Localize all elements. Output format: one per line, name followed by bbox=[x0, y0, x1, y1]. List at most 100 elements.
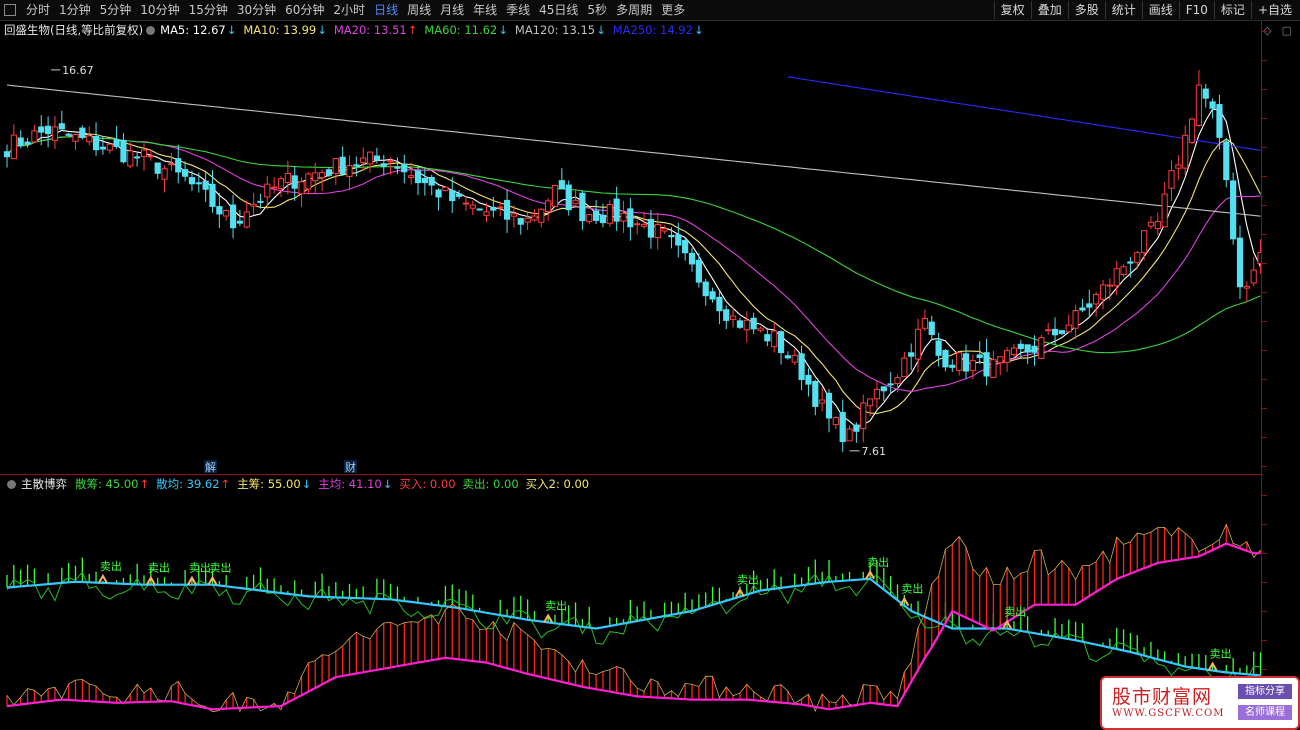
sell-label: 卖出 bbox=[901, 582, 923, 596]
period-tab-8[interactable]: 日线 bbox=[374, 2, 398, 18]
indicator-chart[interactable]: 卖出 卖出 卖出卖出卖出卖出卖出卖出卖出卖出 bbox=[0, 494, 1262, 728]
sell-label: 卖出 bbox=[210, 561, 232, 575]
tool-button-2[interactable]: 多股 bbox=[1067, 1, 1105, 19]
candle-up bbox=[867, 398, 874, 407]
candle-down bbox=[291, 175, 298, 189]
period-tab-3[interactable]: 10分钟 bbox=[140, 2, 179, 18]
candle-down bbox=[1079, 307, 1086, 311]
tool-button-3[interactable]: 统计 bbox=[1104, 1, 1142, 19]
ma-item-label: MA20: 13.51 bbox=[333, 23, 407, 37]
candle-up bbox=[997, 356, 1004, 364]
sell-label: 卖出 bbox=[545, 598, 567, 612]
candle-up bbox=[914, 328, 922, 360]
indicator-toggle-icon[interactable] bbox=[7, 479, 16, 489]
candle-down bbox=[976, 354, 983, 358]
candle-up bbox=[332, 158, 339, 174]
period-tab-14[interactable]: 5秒 bbox=[587, 2, 607, 18]
layout-icon[interactable] bbox=[4, 4, 16, 16]
candle-down bbox=[428, 177, 435, 186]
indicator-item-label: 买入2: 0.00 bbox=[525, 477, 590, 491]
settings-circle-icon[interactable] bbox=[146, 25, 156, 35]
candle-up bbox=[140, 149, 148, 158]
retail-avg-line bbox=[6, 577, 1261, 677]
period-tab-1[interactable]: 1分钟 bbox=[59, 2, 91, 18]
candle-down bbox=[3, 151, 11, 158]
tool-button-7[interactable]: +自选 bbox=[1250, 1, 1298, 19]
period-tab-9[interactable]: 周线 bbox=[407, 2, 431, 18]
tool-button-6[interactable]: 标记 bbox=[1213, 1, 1251, 19]
candle-down bbox=[949, 364, 956, 368]
axis-tick bbox=[1262, 176, 1267, 177]
tool-button-4[interactable]: 画线 bbox=[1141, 1, 1179, 19]
indicator-item-arrow: ↑ bbox=[220, 477, 231, 491]
period-tab-6[interactable]: 60分钟 bbox=[285, 2, 324, 18]
candle-up bbox=[442, 186, 449, 191]
candle-down bbox=[942, 349, 949, 368]
candle-up bbox=[757, 327, 764, 331]
candle-down bbox=[805, 374, 812, 385]
sell-marker[interactable]: 卖出 bbox=[98, 559, 122, 584]
period-tab-10[interactable]: 月线 bbox=[440, 2, 464, 18]
main-chart-header: 回盛生物(日线,等比前复权) MA5: 12.67↓ MA10: 13.99↓ MA… bbox=[4, 22, 711, 38]
candle-down bbox=[1031, 345, 1038, 353]
ma-item-arrow: ↓ bbox=[596, 23, 606, 37]
candle-down bbox=[182, 169, 189, 177]
event-marker: 解 bbox=[205, 460, 216, 474]
period-tabs: 分时 1分钟 5分钟 10分钟 15分钟 30分钟 60分钟 2小时 日线 周线 月线 年线 季线 45日… bbox=[26, 2, 694, 18]
ma-item-arrow: ↓ bbox=[226, 23, 237, 37]
ma-item-4: MA120: 13.15↓ bbox=[515, 23, 606, 37]
candle-down bbox=[517, 218, 524, 225]
candle-up bbox=[305, 173, 312, 190]
ma20-line bbox=[6, 136, 1261, 393]
candle-up bbox=[894, 377, 901, 385]
period-tab-4[interactable]: 15分钟 bbox=[189, 2, 228, 18]
candle-down bbox=[1236, 237, 1244, 288]
tool-button-0[interactable]: 复权 bbox=[993, 1, 1031, 19]
event-marker: 财 bbox=[345, 460, 356, 474]
period-tab-12[interactable]: 季线 bbox=[506, 2, 530, 18]
tool-button-5[interactable]: F10 bbox=[1178, 1, 1214, 19]
candle-down bbox=[668, 234, 675, 238]
period-tab-0[interactable]: 分时 bbox=[26, 2, 50, 18]
indicator-legend: 散筹: 45.00↑ 散均: 39.62↑ 主筹: 55.00↓ 主均: 41.10↓… bbox=[75, 476, 596, 492]
sell-label: 卖出 bbox=[100, 559, 122, 573]
candle-up bbox=[531, 215, 538, 221]
period-tab-13[interactable]: 45日线 bbox=[539, 2, 578, 18]
period-tab-7[interactable]: 2小时 bbox=[333, 2, 365, 18]
period-tab-5[interactable]: 30分钟 bbox=[237, 2, 276, 18]
candle-up bbox=[1161, 193, 1168, 228]
candle-down bbox=[449, 190, 456, 202]
candle-up bbox=[319, 172, 326, 179]
candle-down bbox=[784, 355, 791, 359]
tool-button-1[interactable]: 叠加 bbox=[1030, 1, 1068, 19]
price-chart[interactable]: 16.67 7.61 解 财 bbox=[0, 40, 1262, 474]
candle-up bbox=[743, 319, 750, 331]
candle-down bbox=[1216, 104, 1223, 138]
ma-item-label: MA5: 12.67 bbox=[160, 23, 226, 37]
indicator-item-label: 主均: 41.10 bbox=[318, 477, 382, 491]
candle-up bbox=[1243, 285, 1250, 289]
candle-down bbox=[134, 156, 141, 159]
axis-tick bbox=[1262, 31, 1267, 32]
axis-tick bbox=[1262, 524, 1267, 525]
candle-down bbox=[414, 170, 422, 184]
toolbar: 分时 1分钟 5分钟 10分钟 15分钟 30分钟 60分钟 2小时 日线 周线 月线 年线 季线 45日… bbox=[0, 0, 1300, 21]
period-tab-11[interactable]: 年线 bbox=[473, 2, 497, 18]
candle-up bbox=[86, 135, 93, 143]
candle-up bbox=[1182, 134, 1189, 169]
candle-down bbox=[476, 208, 483, 211]
ma-item-2: MA20: 13.51↑ bbox=[334, 23, 418, 37]
candle-down bbox=[1202, 88, 1209, 99]
candle-up bbox=[462, 202, 470, 205]
axis-tick bbox=[1262, 292, 1267, 293]
sell-label: 卖出 bbox=[867, 555, 889, 569]
axis-tick bbox=[1262, 669, 1267, 670]
axis-tick bbox=[1262, 234, 1267, 235]
candle-down bbox=[120, 139, 127, 163]
period-tab-16[interactable]: 更多 bbox=[661, 2, 685, 18]
period-tab-15[interactable]: 多周期 bbox=[616, 2, 652, 18]
period-tab-2[interactable]: 5分钟 bbox=[100, 2, 132, 18]
indicator-item-6: 买入2: 0.00 bbox=[526, 476, 589, 492]
candle-down bbox=[723, 309, 730, 321]
ma-item-5: MA250: 14.92↓ bbox=[613, 23, 704, 37]
